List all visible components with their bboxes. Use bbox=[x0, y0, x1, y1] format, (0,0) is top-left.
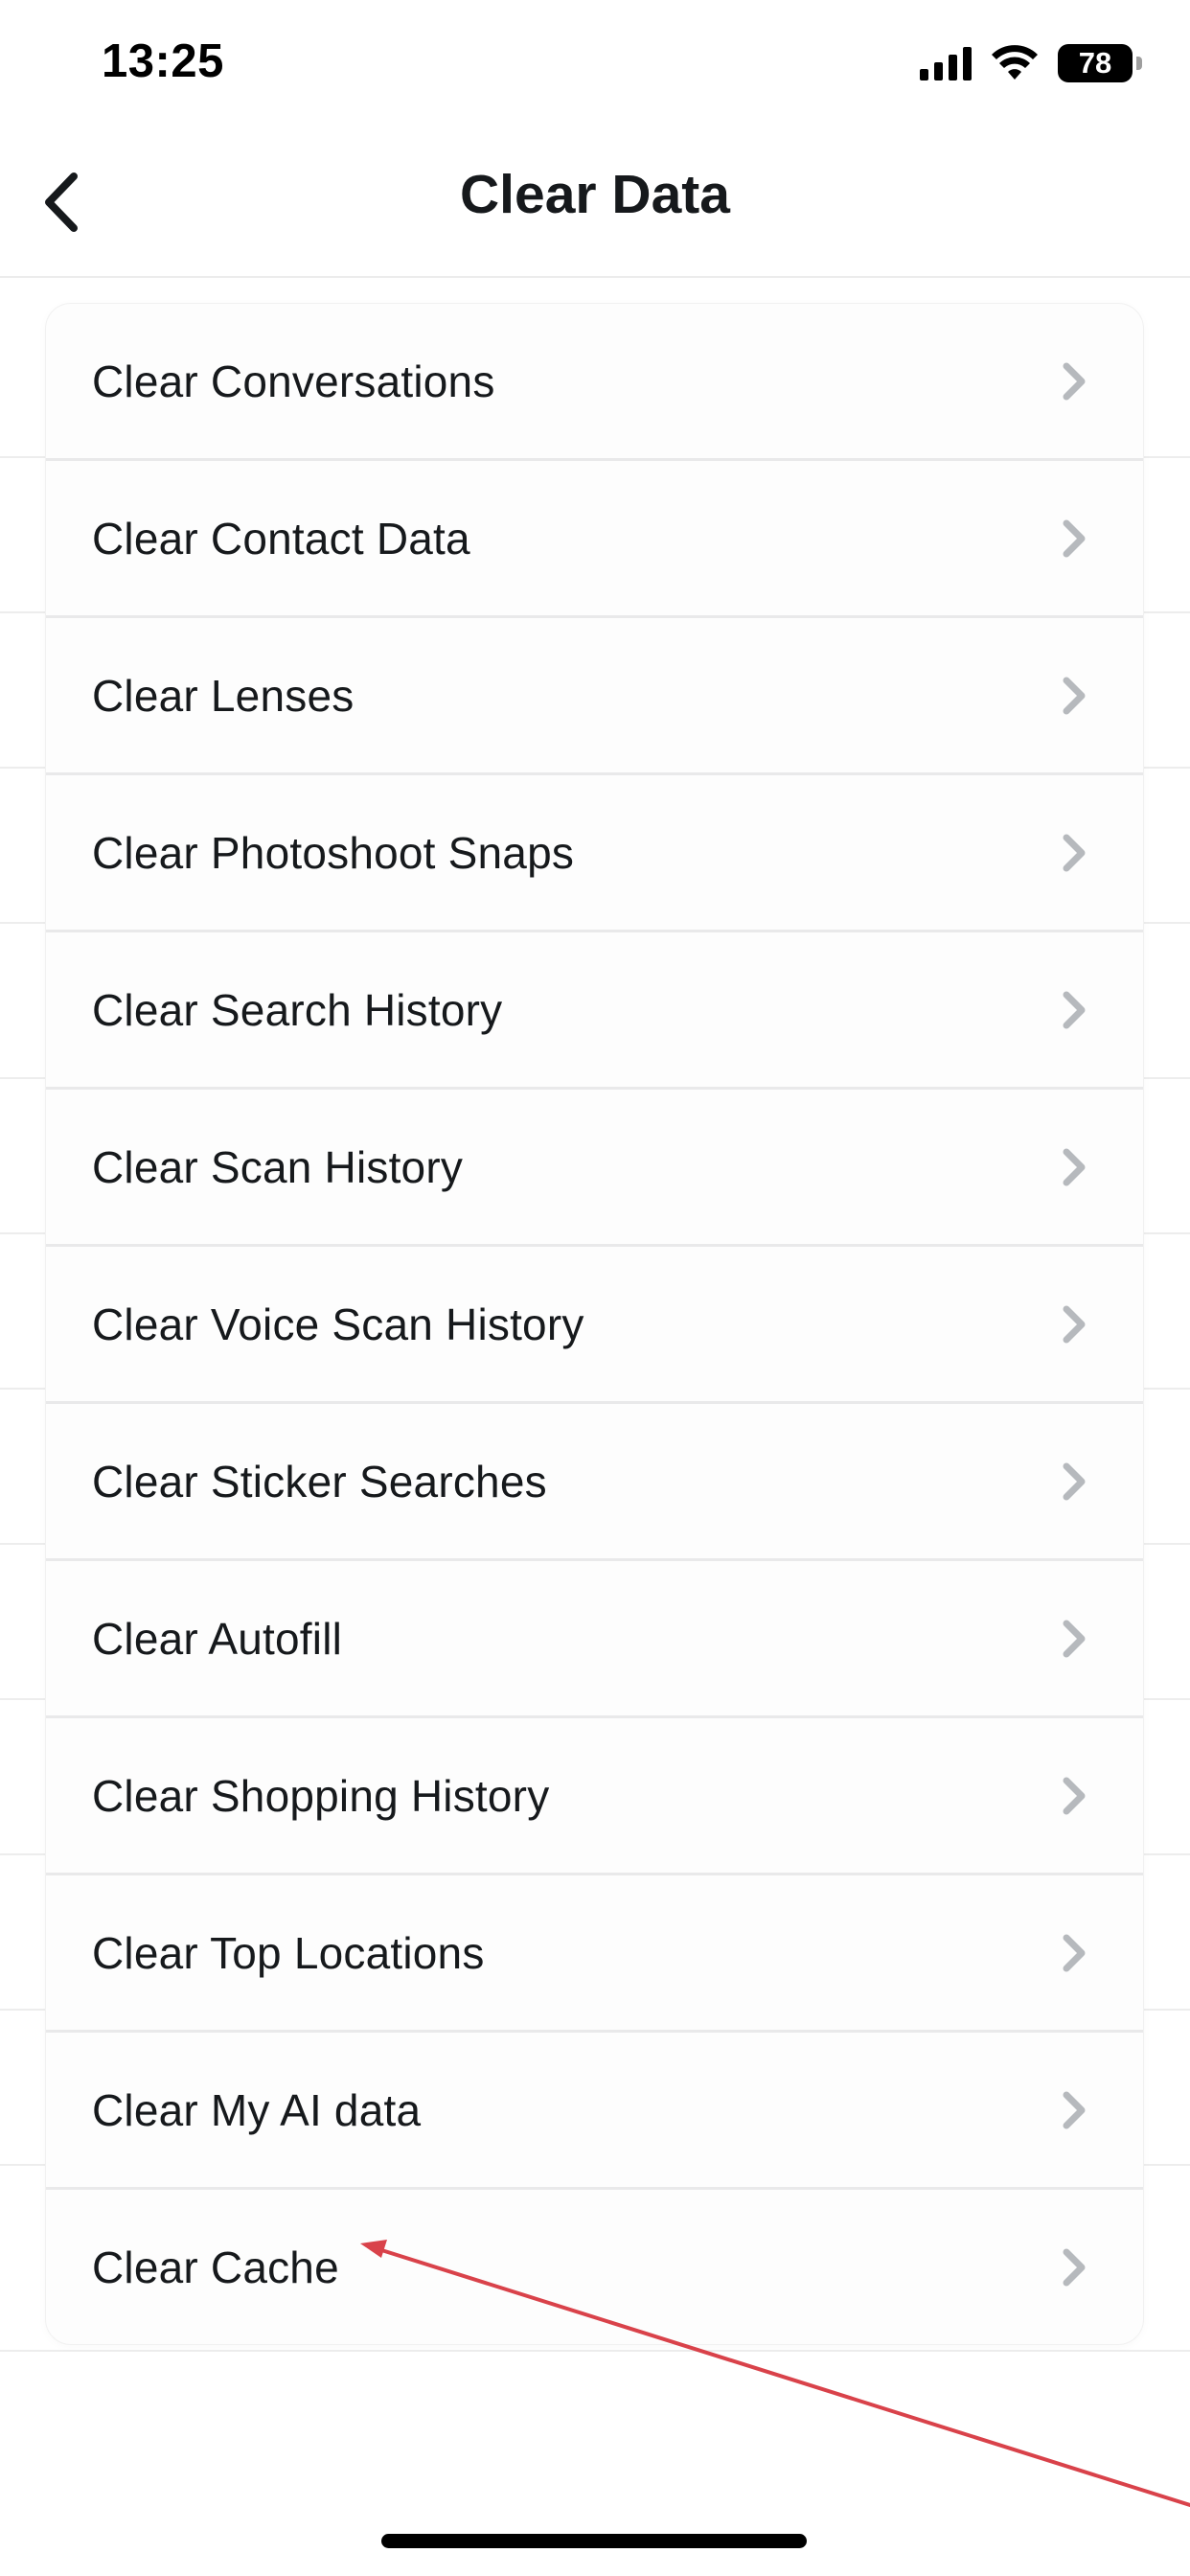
divider bbox=[0, 2350, 1190, 2352]
chevron-right-icon bbox=[1055, 362, 1093, 401]
list-item-label: Clear Shopping History bbox=[92, 1770, 550, 1821]
chevron-right-icon bbox=[1055, 1934, 1093, 1972]
list-item-label: Clear Voice Scan History bbox=[92, 1299, 584, 1349]
list-item-clear-my-ai-data[interactable]: Clear My AI data bbox=[46, 2030, 1143, 2187]
list-item-label: Clear Top Locations bbox=[92, 1927, 485, 1978]
chevron-right-icon bbox=[1055, 1777, 1093, 1815]
list-item-label: Clear Scan History bbox=[92, 1141, 464, 1192]
battery-icon: 78 bbox=[1058, 44, 1142, 82]
battery-level: 78 bbox=[1078, 46, 1112, 80]
list-item-label: Clear Cache bbox=[92, 2242, 339, 2292]
list-item-label: Clear Photoshoot Snaps bbox=[92, 827, 575, 878]
chevron-right-icon bbox=[1055, 1148, 1093, 1186]
list-item-clear-shopping-history[interactable]: Clear Shopping History bbox=[46, 1715, 1143, 1873]
chevron-right-icon bbox=[1055, 1462, 1093, 1501]
signal-icon bbox=[920, 46, 972, 80]
list-item-clear-photoshoot-snaps[interactable]: Clear Photoshoot Snaps bbox=[46, 772, 1143, 930]
clear-data-list: Clear Conversations Clear Contact Data C… bbox=[46, 304, 1143, 2344]
list-item-clear-sticker-searches[interactable]: Clear Sticker Searches bbox=[46, 1401, 1143, 1558]
list-item-clear-scan-history[interactable]: Clear Scan History bbox=[46, 1087, 1143, 1244]
status-bar: 13:25 78 bbox=[0, 0, 1190, 134]
status-time: 13:25 bbox=[102, 35, 224, 87]
nav-bar: Clear Data bbox=[0, 134, 1190, 278]
list-item-label: Clear Lenses bbox=[92, 670, 355, 721]
list-item-clear-search-history[interactable]: Clear Search History bbox=[46, 930, 1143, 1087]
status-icons: 78 bbox=[920, 44, 1142, 82]
chevron-right-icon bbox=[1055, 519, 1093, 558]
list-item-clear-lenses[interactable]: Clear Lenses bbox=[46, 615, 1143, 772]
chevron-right-icon bbox=[1055, 1305, 1093, 1344]
list-item-label: Clear Autofill bbox=[92, 1613, 343, 1664]
list-item-clear-conversations[interactable]: Clear Conversations bbox=[46, 304, 1143, 458]
list-item-label: Clear Search History bbox=[92, 984, 503, 1035]
chevron-right-icon bbox=[1055, 991, 1093, 1029]
list-item-label: Clear Contact Data bbox=[92, 513, 470, 564]
chevron-right-icon bbox=[1055, 2248, 1093, 2287]
chevron-right-icon bbox=[1055, 1620, 1093, 1658]
list-item-label: Clear Sticker Searches bbox=[92, 1456, 547, 1506]
home-indicator bbox=[381, 2534, 807, 2548]
list-item-clear-contact-data[interactable]: Clear Contact Data bbox=[46, 458, 1143, 615]
list-item-clear-top-locations[interactable]: Clear Top Locations bbox=[46, 1873, 1143, 2030]
battery-nub bbox=[1136, 57, 1142, 70]
list-item-clear-voice-scan-history[interactable]: Clear Voice Scan History bbox=[46, 1244, 1143, 1401]
chevron-right-icon bbox=[1055, 677, 1093, 715]
list-item-label: Clear My AI data bbox=[92, 2084, 422, 2135]
list-item-label: Clear Conversations bbox=[92, 356, 495, 406]
chevron-right-icon bbox=[1055, 2091, 1093, 2129]
list-item-clear-cache[interactable]: Clear Cache bbox=[46, 2187, 1143, 2344]
chevron-right-icon bbox=[1055, 834, 1093, 872]
list-item-clear-autofill[interactable]: Clear Autofill bbox=[46, 1558, 1143, 1715]
wifi-icon bbox=[992, 45, 1038, 80]
page-title: Clear Data bbox=[460, 164, 730, 225]
